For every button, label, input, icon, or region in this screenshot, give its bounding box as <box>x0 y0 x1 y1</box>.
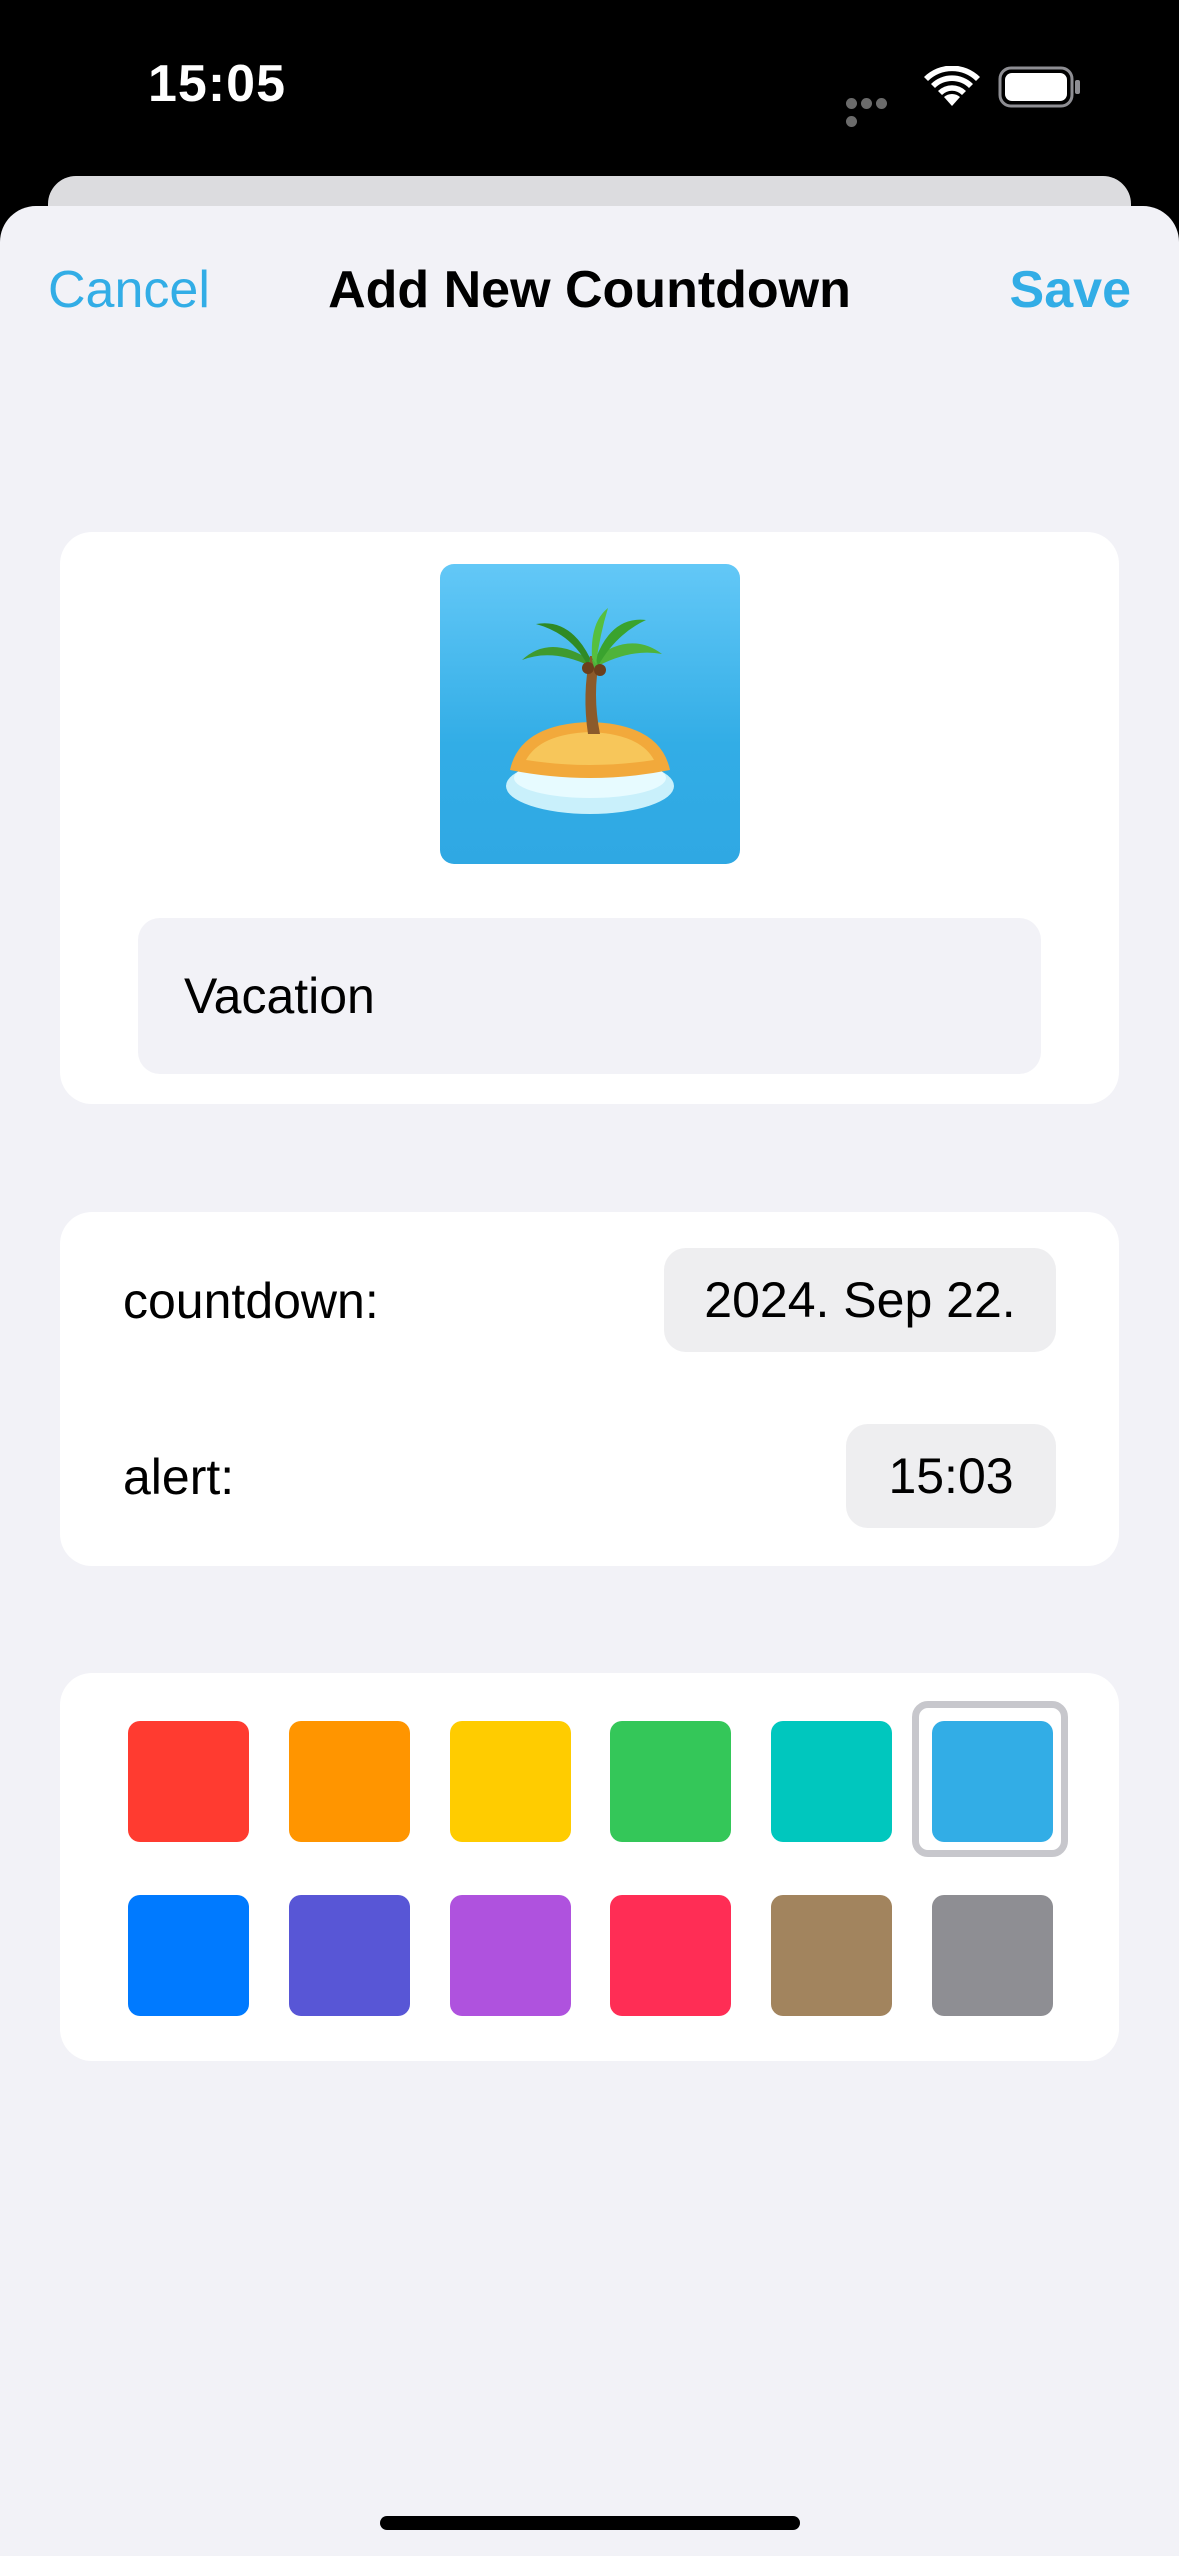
color-swatch[interactable] <box>128 1721 249 1842</box>
event-details-card <box>60 532 1119 1104</box>
cellular-signal-icon <box>846 96 904 127</box>
status-time: 15:05 <box>148 55 286 113</box>
home-indicator[interactable] <box>380 2516 800 2530</box>
wifi-icon <box>924 66 980 106</box>
color-swatch[interactable] <box>610 1721 731 1842</box>
status-bar: 15:05 <box>0 0 1179 176</box>
color-picker-card <box>60 1673 1119 2061</box>
color-swatch[interactable] <box>289 1895 410 2016</box>
battery-icon <box>998 66 1080 108</box>
color-swatch[interactable] <box>450 1721 571 1842</box>
save-button[interactable]: Save <box>1010 260 1131 320</box>
desert-island-icon <box>506 608 674 814</box>
alert-time-picker[interactable]: 15:03 <box>846 1424 1056 1528</box>
color-swatch[interactable] <box>771 1721 892 1842</box>
cancel-button[interactable]: Cancel <box>48 260 210 320</box>
countdown-name-input[interactable] <box>138 918 1041 1074</box>
color-swatch[interactable] <box>610 1895 731 2016</box>
color-swatch[interactable] <box>771 1895 892 2016</box>
color-swatch[interactable] <box>932 1721 1053 1842</box>
countdown-date-picker[interactable]: 2024. Sep 22. <box>664 1248 1056 1352</box>
color-swatch[interactable] <box>289 1721 410 1842</box>
color-swatch[interactable] <box>450 1895 571 2016</box>
countdown-label: countdown: <box>123 1273 379 1329</box>
emoji-picker-button[interactable] <box>440 564 740 864</box>
color-swatch[interactable] <box>128 1895 249 2016</box>
color-swatch[interactable] <box>932 1895 1053 2016</box>
alert-label: alert: <box>123 1449 235 1505</box>
date-settings-card: countdown: 2024. Sep 22. alert: 15:03 <box>60 1212 1119 1566</box>
